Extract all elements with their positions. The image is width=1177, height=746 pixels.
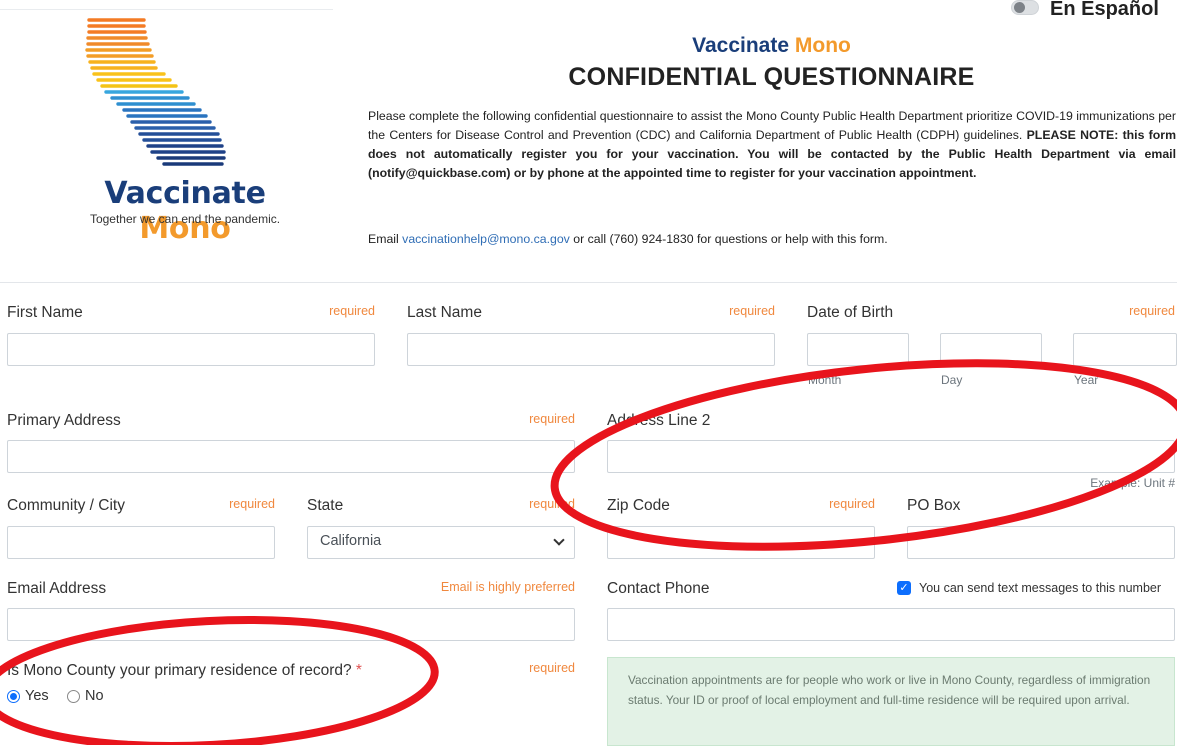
last-name-label: Last Name (407, 304, 482, 321)
email-note: Email is highly preferred (440, 580, 575, 594)
first-name-label: First Name (7, 304, 83, 321)
dob-label: Date of Birth (807, 304, 894, 321)
primary-address-label: Primary Address (7, 412, 121, 429)
state-select[interactable]: California (307, 526, 575, 559)
phone-label: Contact Phone (607, 580, 710, 597)
dob-month-hint: Month (808, 373, 842, 387)
residence-yes-radio[interactable] (7, 690, 20, 703)
checkmark-icon: ✓ (899, 582, 909, 594)
section-divider (0, 282, 1177, 283)
dob-required: required (1129, 304, 1175, 318)
first-name-required: required (329, 304, 375, 318)
state-required: required (529, 497, 575, 511)
last-name-input[interactable] (407, 333, 775, 366)
residence-question: Is Mono County your primary residence of… (7, 662, 362, 679)
text-messages-checkbox[interactable]: ✓ (897, 581, 911, 595)
city-label: Community / City (7, 497, 125, 514)
city-input[interactable] (7, 526, 275, 559)
last-name-required: required (729, 304, 775, 318)
zip-required: required (829, 497, 875, 511)
primary-address-required: required (529, 412, 575, 426)
dob-day-input[interactable] (940, 333, 1042, 366)
po-box-input[interactable] (907, 526, 1175, 559)
city-required: required (229, 497, 275, 511)
dob-year-input[interactable] (1073, 333, 1177, 366)
top-divider (0, 9, 333, 10)
help-email-link[interactable]: vaccinationhelp@mono.ca.gov (402, 232, 570, 246)
zip-label: Zip Code (607, 497, 670, 514)
residence-yes-label: Yes (25, 688, 49, 704)
email-input[interactable] (7, 608, 575, 641)
logo-tagline: Together we can end the pandemic. (89, 212, 281, 226)
eligibility-notice: Vaccination appointments are for people … (607, 657, 1175, 746)
california-stripes-logo (85, 18, 226, 166)
page-title: CONFIDENTIAL QUESTIONNAIRE (568, 63, 975, 91)
logo-title: Vaccinate Mono (104, 176, 266, 246)
dob-year-hint: Year (1074, 373, 1099, 387)
contact-line: Email vaccinationhelp@mono.ca.gov or cal… (368, 232, 888, 246)
po-box-label: PO Box (907, 497, 961, 514)
zip-input[interactable] (607, 526, 875, 559)
phone-input[interactable] (607, 608, 1175, 641)
address-line2-hint: Example: Unit # (1090, 476, 1175, 490)
state-label: State (307, 497, 344, 514)
intro-paragraph: Please complete the following confidenti… (368, 109, 1177, 180)
dob-day-hint: Day (941, 373, 963, 387)
residence-no-radio[interactable] (67, 690, 80, 703)
primary-address-input[interactable] (7, 440, 575, 473)
address-line2-label: Address Line 2 (607, 412, 711, 429)
state-select-value: California (320, 533, 382, 549)
language-toggle-label[interactable]: En Español (1050, 0, 1159, 21)
first-name-input[interactable] (7, 333, 375, 366)
residence-no-label: No (85, 688, 104, 704)
residence-required: required (529, 661, 575, 675)
dob-month-input[interactable] (807, 333, 909, 366)
chevron-down-icon (553, 534, 565, 546)
toggle-knob-icon (1014, 2, 1025, 13)
text-messages-label: You can send text messages to this numbe… (919, 581, 1162, 595)
address-line2-input[interactable] (607, 440, 1175, 473)
email-label: Email Address (7, 580, 107, 597)
page-brand: Vaccinate Mono (692, 34, 851, 57)
